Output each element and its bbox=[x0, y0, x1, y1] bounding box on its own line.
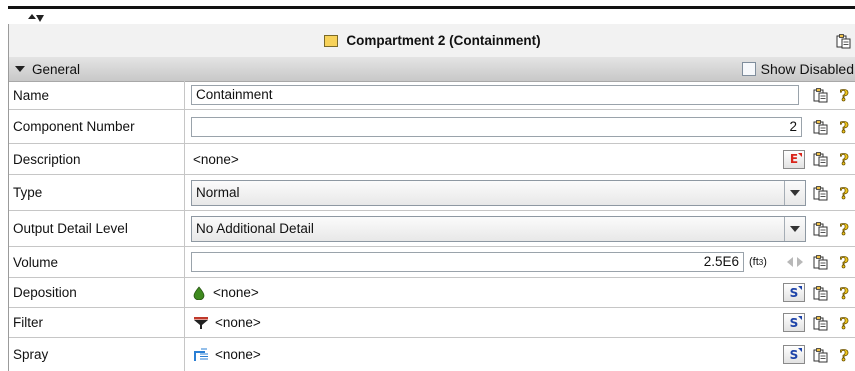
properties-panel: Compartment 2 (Containment) General Show… bbox=[8, 24, 855, 371]
property-label: Filter bbox=[13, 315, 43, 330]
chevron-down-icon[interactable] bbox=[784, 216, 805, 241]
section-header-general: General Show Disabled bbox=[9, 57, 855, 82]
top-bar bbox=[0, 0, 855, 24]
chevron-down-icon[interactable] bbox=[784, 180, 805, 205]
folder-icon bbox=[324, 34, 339, 47]
show-disabled-option[interactable]: Show Disabled bbox=[741, 60, 854, 78]
show-disabled-checkbox[interactable] bbox=[741, 62, 756, 76]
select-filter-button[interactable]: S bbox=[783, 313, 805, 332]
property-label: Component Number bbox=[13, 119, 135, 134]
help-question-icon[interactable]: ? bbox=[835, 86, 853, 104]
collapse-handle-icon[interactable] bbox=[28, 14, 44, 23]
filter-funnel-icon bbox=[194, 316, 208, 329]
copy-clipboard-icon[interactable] bbox=[811, 253, 829, 271]
output-detail-level-select[interactable]: No Additional Detail bbox=[191, 215, 806, 242]
panel-title: Compartment 2 (Containment) bbox=[346, 33, 541, 48]
property-row-spray: Spray <none> S ? bbox=[9, 338, 855, 371]
select-spray-button[interactable]: S bbox=[783, 345, 805, 364]
help-question-icon[interactable]: ? bbox=[835, 314, 853, 332]
property-label: Output Detail Level bbox=[13, 221, 128, 236]
property-label: Deposition bbox=[13, 285, 77, 300]
property-row-filter: Filter <none> S ? bbox=[9, 308, 855, 338]
type-select[interactable]: Normal bbox=[191, 179, 806, 206]
copy-clipboard-icon[interactable] bbox=[811, 184, 829, 202]
copy-clipboard-icon[interactable] bbox=[811, 346, 829, 364]
caret-down-icon bbox=[15, 66, 25, 72]
property-row-name: Name Containment ? bbox=[9, 81, 855, 110]
property-label: Description bbox=[13, 151, 81, 167]
unit-toggle-arrows-icon[interactable] bbox=[785, 255, 805, 269]
droplet-icon bbox=[193, 285, 205, 300]
svg-text:?: ? bbox=[839, 118, 848, 136]
property-row-description: Description <none> E ? bbox=[9, 144, 855, 175]
section-label: General bbox=[32, 61, 81, 77]
select-deposition-button[interactable]: S bbox=[783, 283, 805, 302]
spray-value: <none> bbox=[215, 347, 261, 362]
output-detail-level-selected-value: No Additional Detail bbox=[196, 221, 314, 236]
svg-text:?: ? bbox=[839, 346, 848, 364]
property-label: Volume bbox=[13, 254, 59, 270]
help-question-icon[interactable]: ? bbox=[835, 253, 853, 271]
top-divider bbox=[8, 6, 855, 9]
help-question-icon[interactable]: ? bbox=[835, 184, 853, 202]
copy-clipboard-icon[interactable] bbox=[811, 150, 829, 168]
filter-value: <none> bbox=[215, 315, 261, 330]
copy-clipboard-icon[interactable] bbox=[811, 86, 829, 104]
section-toggle[interactable]: General bbox=[15, 60, 80, 78]
property-row-component-number: Component Number 2 ? bbox=[9, 110, 855, 144]
volume-input[interactable]: 2.5E6 bbox=[191, 252, 744, 272]
title-bar: Compartment 2 (Containment) bbox=[9, 24, 855, 58]
property-row-output-detail-level: Output Detail Level No Additional Detail… bbox=[9, 211, 855, 247]
copy-clipboard-icon[interactable] bbox=[811, 220, 829, 238]
component-number-input[interactable]: 2 bbox=[191, 116, 802, 137]
svg-text:?: ? bbox=[839, 284, 848, 302]
spray-icon bbox=[194, 348, 208, 361]
property-row-deposition: Deposition <none> S ? bbox=[9, 278, 855, 308]
property-row-type: Type Normal ? bbox=[9, 175, 855, 211]
copy-clipboard-icon[interactable] bbox=[811, 314, 829, 332]
svg-text:?: ? bbox=[839, 150, 848, 168]
svg-text:?: ? bbox=[839, 253, 848, 271]
help-question-icon[interactable]: ? bbox=[835, 346, 853, 364]
volume-unit[interactable]: (ft 3) bbox=[749, 247, 767, 277]
copy-clipboard-icon[interactable] bbox=[834, 32, 852, 50]
deposition-value: <none> bbox=[213, 285, 259, 300]
type-selected-value: Normal bbox=[196, 185, 240, 200]
edit-description-button[interactable]: E bbox=[783, 149, 805, 169]
help-question-icon[interactable]: ? bbox=[835, 284, 853, 302]
property-row-volume: Volume 2.5E6 (ft 3) ? bbox=[9, 247, 855, 278]
property-label: Spray bbox=[13, 347, 49, 362]
help-question-icon[interactable]: ? bbox=[835, 150, 853, 168]
property-label: Type bbox=[13, 185, 43, 200]
svg-text:?: ? bbox=[839, 220, 848, 238]
edit-icon: E bbox=[789, 152, 799, 166]
property-label: Name bbox=[13, 87, 50, 103]
copy-clipboard-icon[interactable] bbox=[811, 284, 829, 302]
name-input[interactable]: Containment bbox=[191, 85, 799, 105]
svg-text:?: ? bbox=[839, 314, 848, 332]
show-disabled-label: Show Disabled bbox=[760, 61, 854, 77]
copy-clipboard-icon[interactable] bbox=[811, 118, 829, 136]
help-question-icon[interactable]: ? bbox=[835, 220, 853, 238]
description-value: <none> bbox=[193, 151, 239, 167]
svg-text:?: ? bbox=[839, 86, 848, 104]
help-question-icon[interactable]: ? bbox=[835, 118, 853, 136]
svg-text:?: ? bbox=[839, 184, 848, 202]
